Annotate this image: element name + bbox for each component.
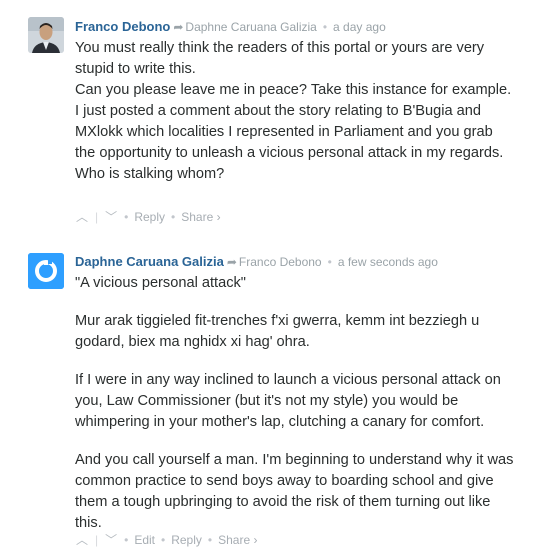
separator-dot: • (124, 532, 129, 547)
upvote-icon[interactable]: ︿ (75, 208, 89, 225)
downvote-icon[interactable]: ﹀ (104, 531, 118, 548)
reply-to-name[interactable]: Daphne Caruana Galizia (185, 20, 316, 34)
separator-dot: • (207, 532, 213, 547)
comment-actions: ︿ | ﹀ • Reply • Share › (75, 208, 221, 225)
disqus-logo-icon[interactable] (28, 253, 64, 289)
separator-dot: • (161, 532, 166, 547)
reply-to-name[interactable]: Franco Debono (239, 255, 322, 269)
comment-paragraph: If I were in any way inclined to launch … (75, 372, 501, 430)
separator-dot: • (322, 20, 328, 34)
edit-button[interactable]: Edit (134, 533, 155, 547)
separator-dot: • (124, 209, 129, 224)
comment-paragraph: And you call yourself a man. I'm beginni… (75, 452, 514, 531)
timestamp[interactable]: a day ago (333, 20, 386, 34)
vote-divider: | (95, 532, 99, 547)
share-button[interactable]: Share › (181, 210, 220, 224)
comment-paragraph: You must really think the readers of thi… (75, 40, 512, 182)
share-button[interactable]: Share › (218, 533, 257, 547)
reply-button[interactable]: Reply (171, 533, 202, 547)
comment-actions: ︿ | ﹀ • Edit • Reply • Share › (75, 531, 257, 548)
separator-dot: • (327, 255, 332, 269)
comment-paragraph: "A vicious personal attack" (75, 275, 246, 291)
reply-button[interactable]: Reply (134, 210, 165, 224)
vote-divider: | (95, 209, 99, 224)
comment-body: "A vicious personal attack" Mur arak tig… (75, 273, 515, 534)
comment-header: Daphne Caruana Galizia ➦ Franco Debono • a f… (75, 254, 438, 274)
comment-header: Franco Debono ➦ Daphne Caruana Galizia • a d… (75, 19, 386, 39)
downvote-icon[interactable]: ﹀ (104, 208, 118, 225)
reply-arrow-icon: ➦ (173, 20, 184, 34)
separator-dot: • (171, 209, 176, 224)
upvote-icon[interactable]: ︿ (75, 531, 89, 548)
comment-paragraph: Mur arak tiggieled fit-trenches f'xi gwe… (75, 313, 480, 350)
author-name[interactable]: Franco Debono (75, 19, 170, 34)
timestamp[interactable]: a few seconds ago (338, 255, 438, 269)
author-name[interactable]: Daphne Caruana Galizia (75, 254, 224, 269)
comment-body: You must really think the readers of thi… (75, 38, 515, 185)
reply-arrow-icon: ➦ (226, 255, 237, 269)
user-photo-icon[interactable] (28, 17, 64, 53)
